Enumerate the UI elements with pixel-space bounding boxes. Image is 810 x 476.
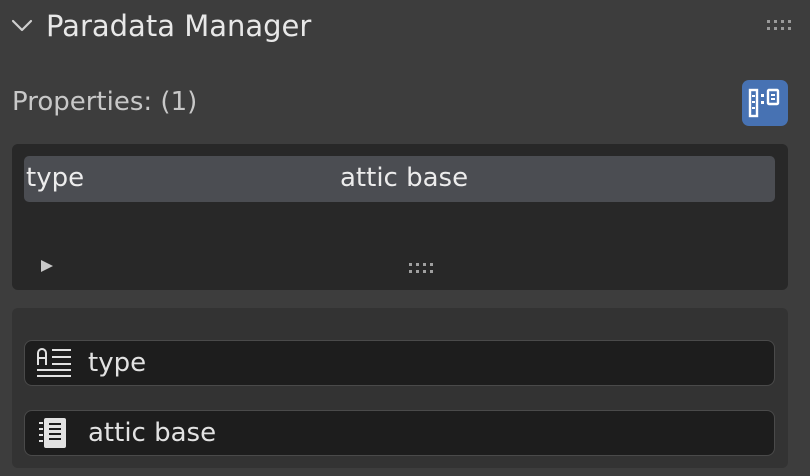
properties-count-label: Properties: (1) [12, 87, 198, 117]
paradata-manager-panel: Paradata Manager Properties: (1) type at… [0, 0, 810, 476]
property-value-value: attic base [88, 418, 217, 448]
text-field-icon [37, 348, 71, 377]
drag-handle-icon[interactable] [766, 18, 794, 32]
list-item-value: attic base [340, 163, 469, 193]
panel-header[interactable]: Paradata Manager [0, 0, 810, 52]
property-name-field[interactable]: type [24, 340, 775, 386]
list-view-icon [748, 88, 780, 118]
play-triangle-icon[interactable] [40, 259, 54, 273]
property-name-value: type [88, 348, 147, 378]
panel-title: Paradata Manager [46, 9, 312, 43]
document-icon [39, 418, 66, 448]
chevron-down-icon[interactable] [10, 18, 34, 34]
resize-grip-icon[interactable] [408, 262, 438, 274]
list-item-key: type [26, 163, 85, 193]
list-view-toggle-button[interactable] [742, 80, 788, 126]
property-value-field[interactable]: attic base [24, 410, 775, 456]
